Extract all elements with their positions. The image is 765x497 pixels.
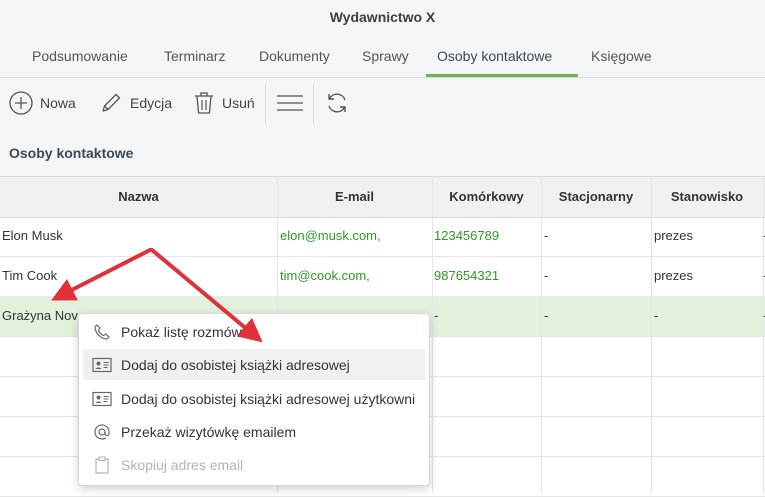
menu-item-label: Pokaż listę rozmów [121, 323, 242, 340]
section-title: Osoby kontaktowe [9, 145, 134, 161]
menu-item-show-call-list[interactable]: Pokaż listę rozmów [83, 316, 425, 347]
contact-card-icon [87, 391, 117, 407]
column-header-email[interactable]: E-mail [277, 189, 432, 204]
cell-email[interactable]: tim@cook.com, [280, 268, 370, 283]
window-titlebar: Wydawnictwo X [0, 0, 765, 36]
menu-item-label: Przekaż wizytówkę emailem [121, 423, 297, 440]
delete-button-label: Usuń [222, 95, 255, 111]
tab-summary[interactable]: Podsumowanie [32, 48, 128, 64]
cell-landline: - [544, 308, 549, 323]
refresh-icon [325, 91, 349, 115]
new-button[interactable]: Nowa [8, 78, 76, 128]
at-sign-icon [87, 423, 117, 441]
column-divider [763, 176, 764, 493]
active-tab-indicator [426, 74, 578, 77]
toolbar-divider [265, 84, 266, 124]
phone-icon [87, 323, 117, 341]
trash-icon [192, 90, 216, 116]
edit-button[interactable]: Edycja [98, 78, 172, 128]
column-divider [432, 176, 433, 493]
menu-item-label: Dodaj do osobistej książki adresowej uży… [121, 390, 416, 407]
tab-calendar[interactable]: Terminarz [164, 48, 225, 64]
section-header: Osoby kontaktowe [0, 128, 765, 176]
menu-item-add-personal-addressbook[interactable]: Dodaj do osobistej książki adresowej [83, 349, 425, 380]
toolbar: Nowa Edycja Usuń [0, 78, 765, 128]
cell-email[interactable]: elon@musk.com, [280, 228, 381, 243]
delete-button[interactable]: Usuń [192, 78, 255, 128]
window-title: Wydawnictwo X [329, 9, 436, 25]
refresh-button[interactable] [325, 78, 349, 128]
cell-position: prezes [654, 228, 694, 243]
cell-mobile[interactable]: 123456789 [434, 228, 499, 243]
cell-name: Grażyna Nov [2, 308, 78, 323]
column-header-name[interactable]: Nazwa [0, 189, 277, 204]
menu-item-add-user-addressbook[interactable]: Dodaj do osobistej książki adresowej uży… [83, 383, 425, 414]
tab-cases[interactable]: Sprawy [362, 48, 409, 64]
menu-item-forward-vcard[interactable]: Przekaż wizytówkę emailem [83, 416, 425, 447]
pencil-icon [98, 90, 124, 116]
column-header-mobile[interactable]: Komórkowy [432, 189, 541, 204]
column-divider [541, 176, 542, 493]
column-header-landline[interactable]: Stacjonarny [541, 189, 651, 204]
contact-card-icon [87, 357, 117, 373]
cell-name: Tim Cook [2, 268, 58, 283]
plus-circle-icon [8, 90, 34, 116]
cell-mobile: - [434, 308, 439, 323]
cell-landline: - [544, 228, 549, 243]
menu-item-label: Skopiuj adres email [121, 456, 244, 473]
cell-position: - [654, 308, 659, 323]
edit-button-label: Edycja [130, 95, 173, 111]
hamburger-icon [276, 90, 304, 116]
toolbar-divider [313, 84, 314, 124]
tab-documents[interactable]: Dokumenty [259, 48, 330, 64]
column-divider [651, 176, 652, 493]
tab-contacts[interactable]: Osoby kontaktowe [437, 48, 552, 64]
menu-item-label: Dodaj do osobistej książki adresowej [121, 356, 350, 373]
cell-position: prezes [654, 268, 694, 283]
menu-button[interactable] [276, 78, 304, 128]
tab-accounting[interactable]: Księgowe [591, 48, 652, 64]
tab-bar: Podsumowanie Terminarz Dokumenty Sprawy … [0, 36, 765, 78]
cell-mobile[interactable]: 987654321 [434, 268, 499, 283]
column-header-position[interactable]: Stanowisko [651, 189, 763, 204]
new-button-label: Nowa [40, 95, 76, 111]
cell-name: Elon Musk [2, 228, 63, 243]
context-menu: Pokaż listę rozmów Dodaj do osobistej ks… [78, 313, 430, 486]
cell-landline: - [544, 268, 549, 283]
menu-item-copy-email: Skopiuj adres email [83, 449, 425, 480]
clipboard-icon [87, 455, 117, 474]
